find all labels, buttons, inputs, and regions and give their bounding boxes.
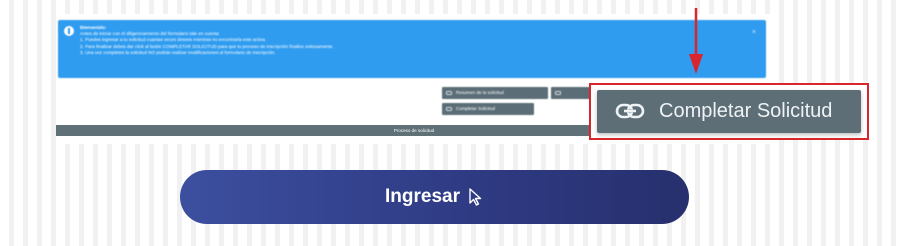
welcome-banner: Bienvenido: Antes de iniciar con el dili… xyxy=(58,20,766,78)
banner-line: 3. Una vez completes la solicitud NO pod… xyxy=(80,49,276,55)
completar-solicitud-label: Completar Solicitud xyxy=(659,100,833,122)
completar-solicitud-small-button[interactable]: Completar Solicitud xyxy=(442,103,534,115)
download-button[interactable] xyxy=(551,87,591,99)
link-icon xyxy=(615,103,645,119)
zoom-highlight-box: Completar Solicitud xyxy=(589,83,869,140)
ingresar-button[interactable]: Ingresar xyxy=(180,170,689,224)
red-arrow-indicator xyxy=(689,8,703,74)
close-icon[interactable]: × xyxy=(752,29,756,36)
cursor-icon xyxy=(469,188,482,206)
resumen-solicitud-button[interactable]: Resumen de la solicitud xyxy=(442,87,548,99)
ingresar-label: Ingresar xyxy=(385,186,460,207)
info-icon xyxy=(64,26,74,36)
completar-solicitud-button[interactable]: Completar Solicitud xyxy=(597,90,861,133)
